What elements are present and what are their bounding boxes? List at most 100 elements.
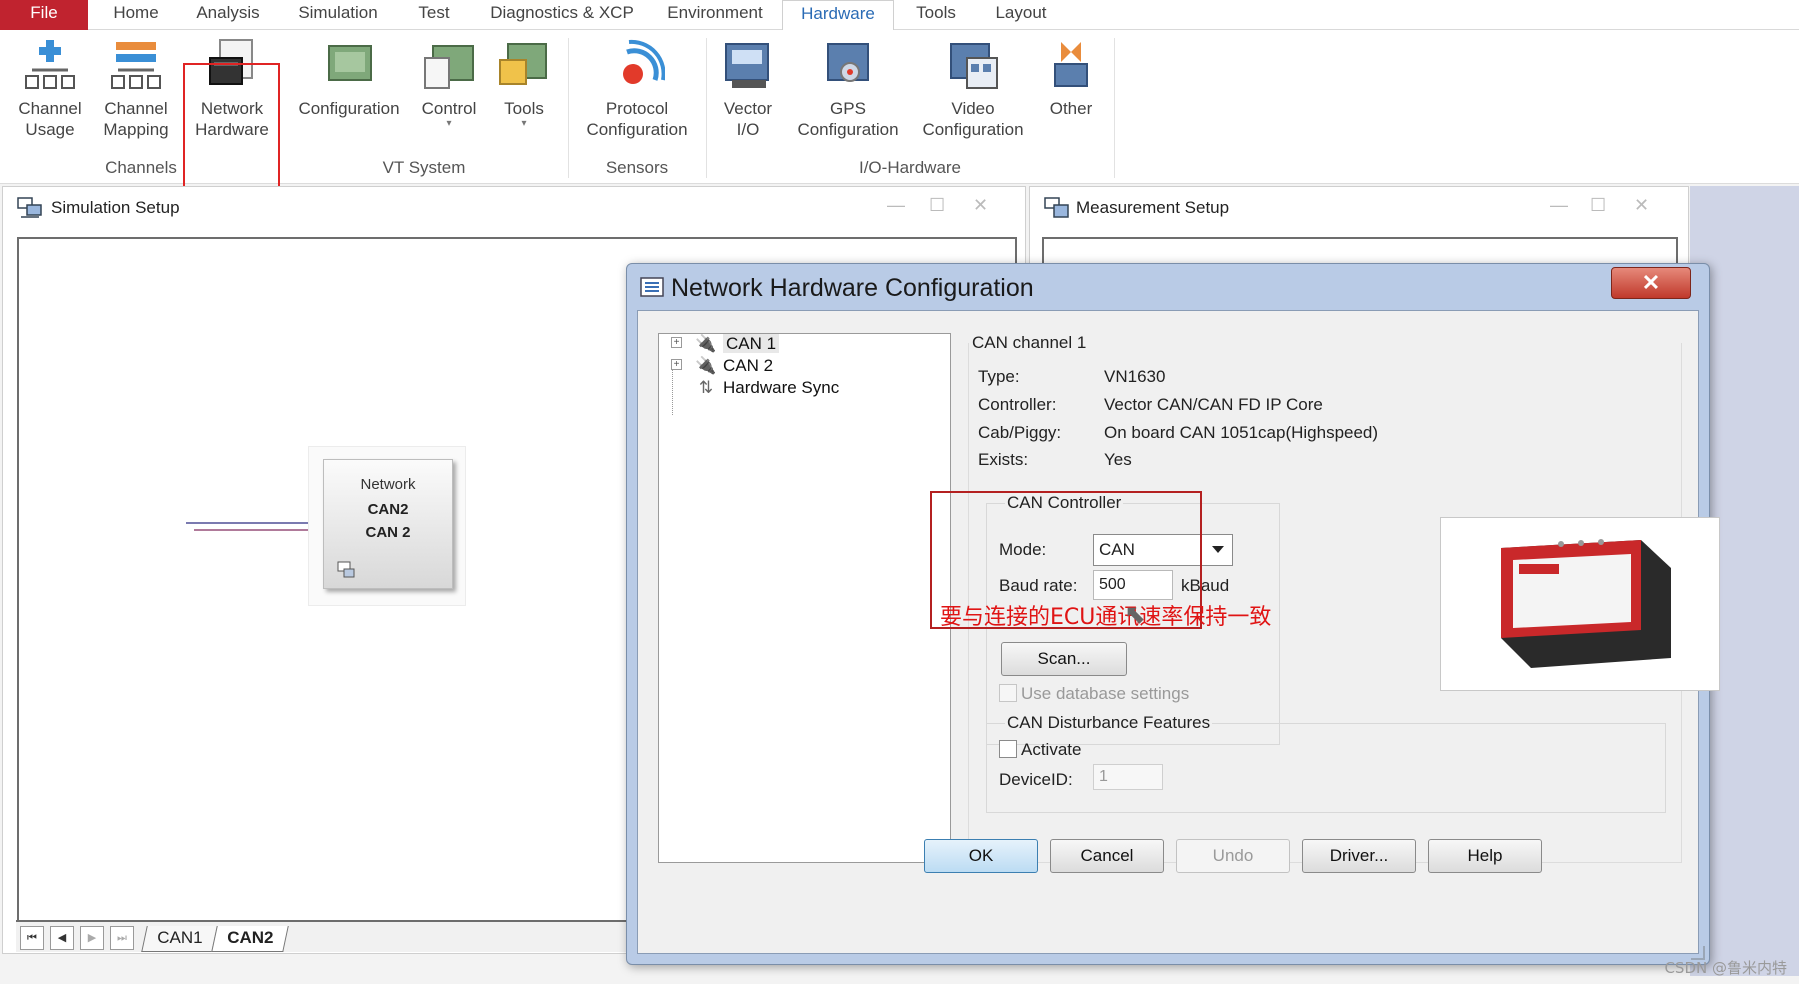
sync-icon: ⇅ (698, 378, 714, 397)
tab-can2-label: CAN2 (227, 928, 274, 947)
network-node-icon (337, 561, 355, 578)
prop-exists: Exists: Yes (978, 450, 1132, 470)
dialog-title: Network Hardware Configuration (671, 274, 1034, 302)
prop-controller-label: Controller: (978, 395, 1057, 414)
dialog-config-icon (640, 277, 664, 297)
expand-icon[interactable]: + (671, 359, 682, 370)
other-button[interactable]: Other (1042, 36, 1100, 119)
network-node[interactable]: Network CAN2 CAN 2 (308, 446, 466, 606)
network-node-channel: CAN 2 (365, 524, 411, 541)
control-icon (424, 45, 474, 89)
expand-icon[interactable]: + (671, 337, 682, 348)
simulation-setup-title: Simulation Setup (51, 198, 180, 217)
network-hardware-dialog: Network Hardware Configuration ✕ + 🔌 CAN … (626, 263, 1720, 965)
tree-item-can2-label: CAN 2 (723, 356, 774, 375)
group-separator (706, 38, 707, 178)
prop-exists-label: Exists: (978, 450, 1029, 469)
menu-layout[interactable]: Layout (986, 0, 1056, 30)
can-channel-icon: 🔌 (695, 356, 717, 375)
mouse-cursor-icon: ⬉ (1124, 599, 1146, 629)
vector-io-icon (725, 43, 769, 88)
undo-button[interactable]: Undo (1176, 839, 1290, 873)
maximize-icon[interactable]: ☐ (929, 195, 945, 216)
can-disturbance-group: CAN Disturbance Features Activate Device… (986, 713, 1666, 813)
help-button[interactable]: Help (1428, 839, 1542, 873)
minimize-icon[interactable]: — (887, 195, 905, 216)
network-node-label: Network (360, 476, 416, 493)
network-node-box[interactable]: Network CAN2 CAN 2 (323, 459, 453, 589)
annotation-text: 要与连接的ECU通讯速率保持一致 (940, 605, 1272, 630)
video-configuration-label: Video Configuration (922, 99, 1024, 139)
prop-cab-label: Cab/Piggy: (978, 423, 1062, 442)
can-disturbance-title: CAN Disturbance Features (1005, 713, 1213, 733)
menu-hardware[interactable]: Hardware (782, 0, 894, 31)
device-id-label: DeviceID: (999, 770, 1073, 789)
tools-button[interactable]: Tools ▾ (494, 36, 554, 129)
tree-item-can1[interactable]: + 🔌 CAN 1 (671, 334, 780, 354)
other-label: Other (1049, 99, 1093, 118)
ok-button[interactable]: OK (924, 839, 1038, 873)
group-separator (568, 38, 569, 178)
menu-environment[interactable]: Environment (658, 0, 772, 30)
channel-usage-button[interactable]: Channel Usage (14, 36, 86, 140)
device-id-input[interactable] (1093, 764, 1163, 790)
network-node-name: CAN2 (367, 501, 409, 518)
prev-sheet-button[interactable]: ◀ (50, 926, 74, 950)
measurement-setup-icon (1044, 197, 1069, 218)
close-icon[interactable]: ✕ (1634, 195, 1649, 216)
tab-can1-label: CAN1 (157, 928, 203, 947)
activate-checkbox[interactable]: Activate (999, 740, 1081, 760)
last-sheet-button[interactable]: ⏭ (110, 926, 134, 950)
menu-home[interactable]: Home (96, 0, 176, 30)
group-channels-label: Channels (105, 158, 177, 177)
watermark: CSDN @鲁米内特 (1664, 959, 1787, 977)
menu-tools[interactable]: Tools (904, 0, 968, 30)
driver-button[interactable]: Driver... (1302, 839, 1416, 873)
prop-cab-value: On board CAN 1051cap(Highspeed) (1104, 423, 1379, 442)
dialog-close-button[interactable]: ✕ (1611, 267, 1691, 299)
tab-can2[interactable]: CAN2 (211, 926, 290, 952)
menu-diagnostics-xcp[interactable]: Diagnostics & XCP (480, 0, 644, 30)
video-configuration-button[interactable]: Video Configuration (918, 36, 1028, 140)
prop-controller-value: Vector CAN/CAN FD IP Core (1104, 395, 1323, 414)
vector-io-label: Vector I/O (723, 99, 773, 139)
gps-configuration-button[interactable]: GPS Configuration (796, 36, 900, 140)
control-label: Control (421, 99, 477, 118)
protocol-configuration-icon (623, 39, 665, 84)
prop-type-label: Type: (978, 367, 1020, 386)
tree-item-can2[interactable]: + 🔌 CAN 2 (671, 356, 774, 376)
cancel-button[interactable]: Cancel (1050, 839, 1164, 873)
group-io-hardware-label: I/O-Hardware (858, 158, 962, 177)
next-sheet-button[interactable]: ▶ (80, 926, 104, 950)
simulation-setup-titlebar: Simulation Setup — ☐ ✕ (3, 187, 1025, 227)
tools-icon (499, 43, 547, 85)
menu-simulation[interactable]: Simulation (288, 0, 388, 30)
first-sheet-button[interactable]: ⏮ (20, 926, 44, 950)
tools-dropdown-icon: ▾ (521, 118, 527, 129)
chevron-down-icon (1212, 546, 1224, 553)
maximize-icon[interactable]: ☐ (1590, 195, 1606, 216)
tree-item-hardware-sync[interactable]: ⇅ Hardware Sync (695, 378, 839, 398)
scan-button[interactable]: Scan... (1001, 642, 1127, 676)
protocol-configuration-button[interactable]: Protocol Configuration (580, 36, 694, 140)
channel-mapping-button[interactable]: Channel Mapping (98, 36, 174, 140)
menu-file[interactable]: File (0, 0, 88, 30)
tab-can1[interactable]: CAN1 (141, 926, 219, 952)
control-button[interactable]: Control ▾ (414, 36, 484, 129)
configuration-button[interactable]: Configuration (296, 36, 402, 119)
tree-item-can1-label: CAN 1 (723, 334, 780, 353)
measurement-setup-title: Measurement Setup (1076, 198, 1230, 217)
bus-line-can-2 (194, 529, 322, 531)
vector-io-button[interactable]: Vector I/O (716, 36, 780, 140)
use-database-settings-checkbox[interactable]: Use database settings (999, 684, 1189, 704)
channel-tree[interactable]: + 🔌 CAN 1 + 🔌 CAN 2 ⇅ Hardware Sync (658, 333, 951, 863)
channel-mapping-label: Channel Mapping (103, 99, 169, 139)
menu-test[interactable]: Test (404, 0, 464, 30)
close-icon[interactable]: ✕ (973, 195, 988, 216)
minimize-icon[interactable]: — (1550, 195, 1568, 216)
video-configuration-icon (950, 43, 998, 89)
channel-usage-label: Channel Usage (18, 99, 82, 139)
menu-analysis[interactable]: Analysis (186, 0, 270, 30)
prop-type: Type: VN1630 (978, 367, 1165, 387)
checkbox-box (999, 740, 1017, 758)
